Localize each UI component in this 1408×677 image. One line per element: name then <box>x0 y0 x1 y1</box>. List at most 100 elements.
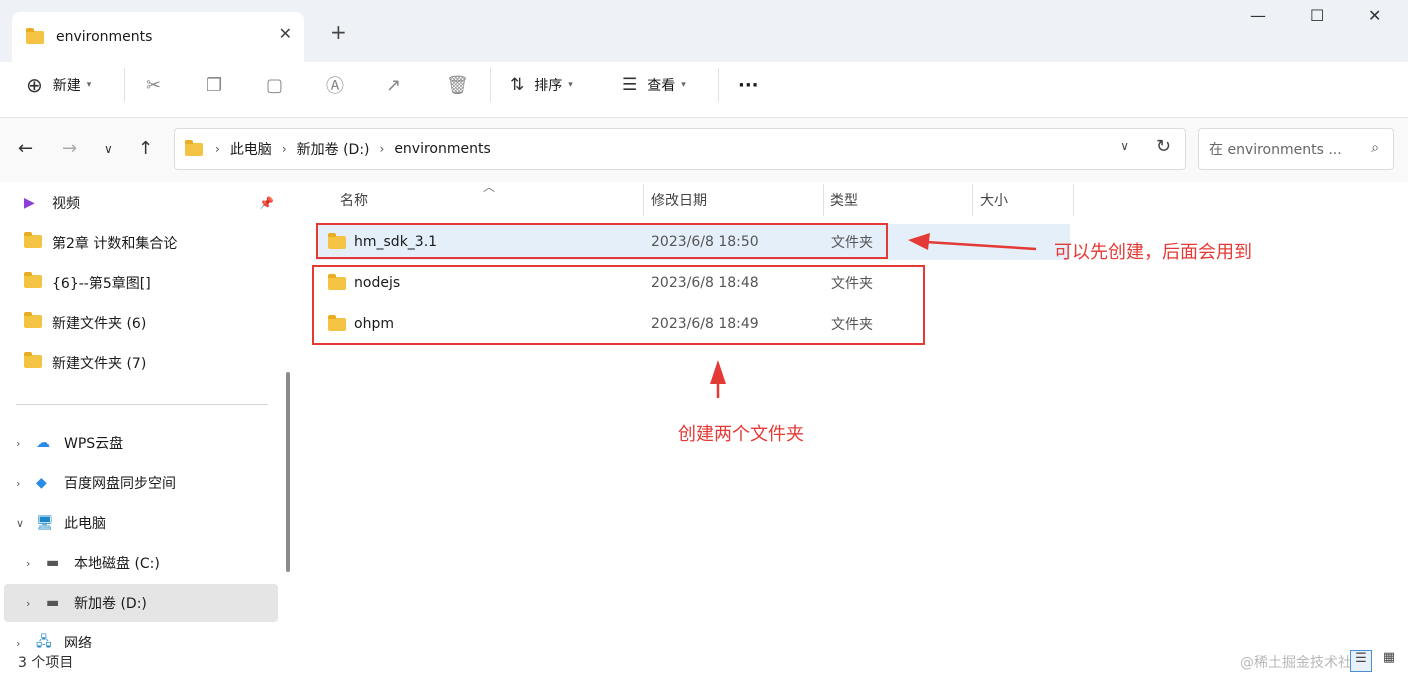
delete-button[interactable]: 🗑 <box>446 62 469 108</box>
cut-button[interactable]: ✂ <box>146 62 161 108</box>
column-header-size[interactable]: 大小 <box>980 182 1008 218</box>
sidebar-divider <box>16 404 268 405</box>
copy-button[interactable]: ❐ <box>206 62 222 108</box>
chevron-right-icon[interactable]: › <box>16 437 30 450</box>
sidebar-item-baidu-netdisk[interactable]: › ◆ 百度网盘同步空间 <box>4 464 278 502</box>
breadcrumb-d-drive[interactable]: 新加卷 (D:) <box>297 139 370 159</box>
recent-locations-chevron-icon[interactable]: ∨ <box>104 142 113 156</box>
up-arrow-icon[interactable]: ↑ <box>138 138 153 159</box>
sidebar-item-wps-cloud[interactable]: › ☁ WPS云盘 <box>4 424 278 462</box>
folder-icon <box>24 231 42 248</box>
trash-icon: 🗑 <box>446 74 469 96</box>
tiles-view-icon[interactable]: ▦ <box>1378 650 1400 672</box>
share-icon: ↗ <box>386 74 402 96</box>
column-divider[interactable] <box>823 184 824 216</box>
sidebar-item-network[interactable]: › 🖧 网络 <box>4 624 278 648</box>
breadcrumb-this-pc[interactable]: 此电脑 <box>230 139 272 159</box>
back-arrow-icon[interactable]: ← <box>18 138 33 159</box>
title-bar: environments ✕ + — ☐ ✕ <box>0 0 1408 62</box>
cloud-icon: ☁ <box>36 435 50 451</box>
view-lines-icon: ☰ <box>622 75 638 95</box>
sidebar-item-chapter5[interactable]: {6}--第5章图[] <box>4 264 278 302</box>
forward-arrow-icon[interactable]: → <box>62 138 77 159</box>
sidebar-item-c-drive[interactable]: › ▬ 本地磁盘 (C:) <box>4 544 278 582</box>
command-toolbar: ⊕ 新建 ▾ ✂ ❐ ▢ Ⓐ ↗ 🗑 ⇅ 排序 ▾ ☰ 查看 ▾ ··· <box>0 62 1408 118</box>
column-header-type[interactable]: 类型 <box>830 182 858 218</box>
maximize-button[interactable]: ☐ <box>1310 6 1324 25</box>
folder-icon <box>24 311 42 328</box>
address-row: ← → ∨ ↑ › 此电脑 › 新加卷 (D:) › environments … <box>0 118 1408 182</box>
folder-icon <box>24 271 42 288</box>
sort-ascending-icon: ︿ <box>483 180 496 194</box>
navigation-pane: ▶ 视频 📌 第2章 计数和集合论 {6}--第5章图[] 新建文件夹 (6) … <box>0 182 300 648</box>
chevron-right-icon[interactable]: › <box>26 597 40 610</box>
scrollbar-thumb[interactable] <box>286 372 290 572</box>
view-button[interactable]: ☰ 查看 ▾ <box>622 62 686 108</box>
tab-environments[interactable]: environments ✕ <box>12 12 304 62</box>
scissors-icon: ✂ <box>146 74 162 96</box>
breadcrumb-environments[interactable]: environments <box>394 141 490 157</box>
sidebar-item-videos[interactable]: ▶ 视频 📌 <box>4 184 278 222</box>
sidebar-item-d-drive[interactable]: › ▬ 新加卷 (D:) <box>4 584 278 622</box>
sidebar-item-label: 本地磁盘 (C:) <box>74 556 160 572</box>
details-view-icon[interactable]: ☰ <box>1350 650 1372 672</box>
chevron-down-icon: ▾ <box>681 80 686 90</box>
tab-close-button[interactable]: ✕ <box>279 24 292 43</box>
rename-icon: Ⓐ <box>326 76 344 97</box>
paste-button[interactable]: ▢ <box>266 62 283 108</box>
watermark: @稀土掘金技术社区 <box>1240 655 1366 671</box>
sidebar-item-label: 第2章 计数和集合论 <box>52 236 178 252</box>
sort-button[interactable]: ⇅ 排序 ▾ <box>510 62 573 108</box>
video-icon: ▶ <box>24 195 35 211</box>
chevron-down-icon: ▾ <box>86 80 92 90</box>
minimize-button[interactable]: — <box>1250 6 1266 25</box>
close-window-button[interactable]: ✕ <box>1368 6 1381 25</box>
search-input[interactable]: 在 environments ... <box>1209 139 1342 159</box>
sidebar-item-label: 新加卷 (D:) <box>74 596 147 612</box>
clipboard-icon: ▢ <box>266 74 284 96</box>
chevron-right-icon: › <box>281 142 287 156</box>
chevron-right-icon[interactable]: › <box>16 637 30 649</box>
search-box[interactable]: 在 environments ... ⌕ <box>1198 128 1394 170</box>
network-icon: 🖧 <box>36 634 52 648</box>
column-header-name[interactable]: 名称 <box>340 182 368 218</box>
chevron-right-icon: › <box>379 142 385 156</box>
item-count: 3 个项目 <box>18 655 74 671</box>
chevron-right-icon[interactable]: › <box>16 477 30 490</box>
sidebar-item-new-folder-7[interactable]: 新建文件夹 (7) <box>4 344 278 382</box>
sidebar-item-label: 新建文件夹 (6) <box>52 316 147 332</box>
column-header-modified[interactable]: 修改日期 <box>651 182 707 218</box>
search-icon: ⌕ <box>1371 140 1379 156</box>
share-button[interactable]: ↗ <box>386 62 401 108</box>
baidu-netdisk-icon: ◆ <box>36 475 47 491</box>
address-bar[interactable]: › 此电脑 › 新加卷 (D:) › environments ∨ ↻ <box>174 128 1186 170</box>
column-divider[interactable] <box>972 184 973 216</box>
column-divider[interactable] <box>643 184 644 216</box>
chevron-right-icon: › <box>215 142 220 156</box>
sidebar-scrollbar[interactable] <box>285 182 291 648</box>
sidebar-item-label: 此电脑 <box>64 516 106 532</box>
new-button[interactable]: ⊕ 新建 ▾ <box>26 62 91 108</box>
sort-button-label: 排序 <box>534 78 563 94</box>
copy-icon: ❐ <box>206 74 223 96</box>
refresh-icon[interactable]: ↻ <box>1156 136 1171 157</box>
pin-icon[interactable]: 📌 <box>259 196 274 210</box>
sidebar-item-this-pc[interactable]: ∨ 🖥 此电脑 <box>4 504 278 542</box>
folder-icon <box>24 351 42 368</box>
plus-circle-icon: ⊕ <box>26 73 43 97</box>
sort-arrows-icon: ⇅ <box>510 75 525 95</box>
more-options-button[interactable]: ··· <box>738 62 759 108</box>
sidebar-item-label: {6}--第5章图[] <box>52 276 151 292</box>
sidebar-item-new-folder-6[interactable]: 新建文件夹 (6) <box>4 304 278 342</box>
toolbar-divider <box>718 68 719 102</box>
rename-button[interactable]: Ⓐ <box>326 62 344 108</box>
new-button-label: 新建 <box>52 78 81 94</box>
new-tab-button[interactable]: + <box>330 20 347 44</box>
chevron-down-icon[interactable]: ∨ <box>16 517 30 530</box>
annotation-box-two-folders <box>312 265 925 345</box>
drive-icon: ▬ <box>46 555 60 571</box>
column-divider[interactable] <box>1073 184 1074 216</box>
address-dropdown-icon[interactable]: ∨ <box>1120 139 1129 153</box>
sidebar-item-chapter2[interactable]: 第2章 计数和集合论 <box>4 224 278 262</box>
chevron-right-icon[interactable]: › <box>26 557 40 570</box>
